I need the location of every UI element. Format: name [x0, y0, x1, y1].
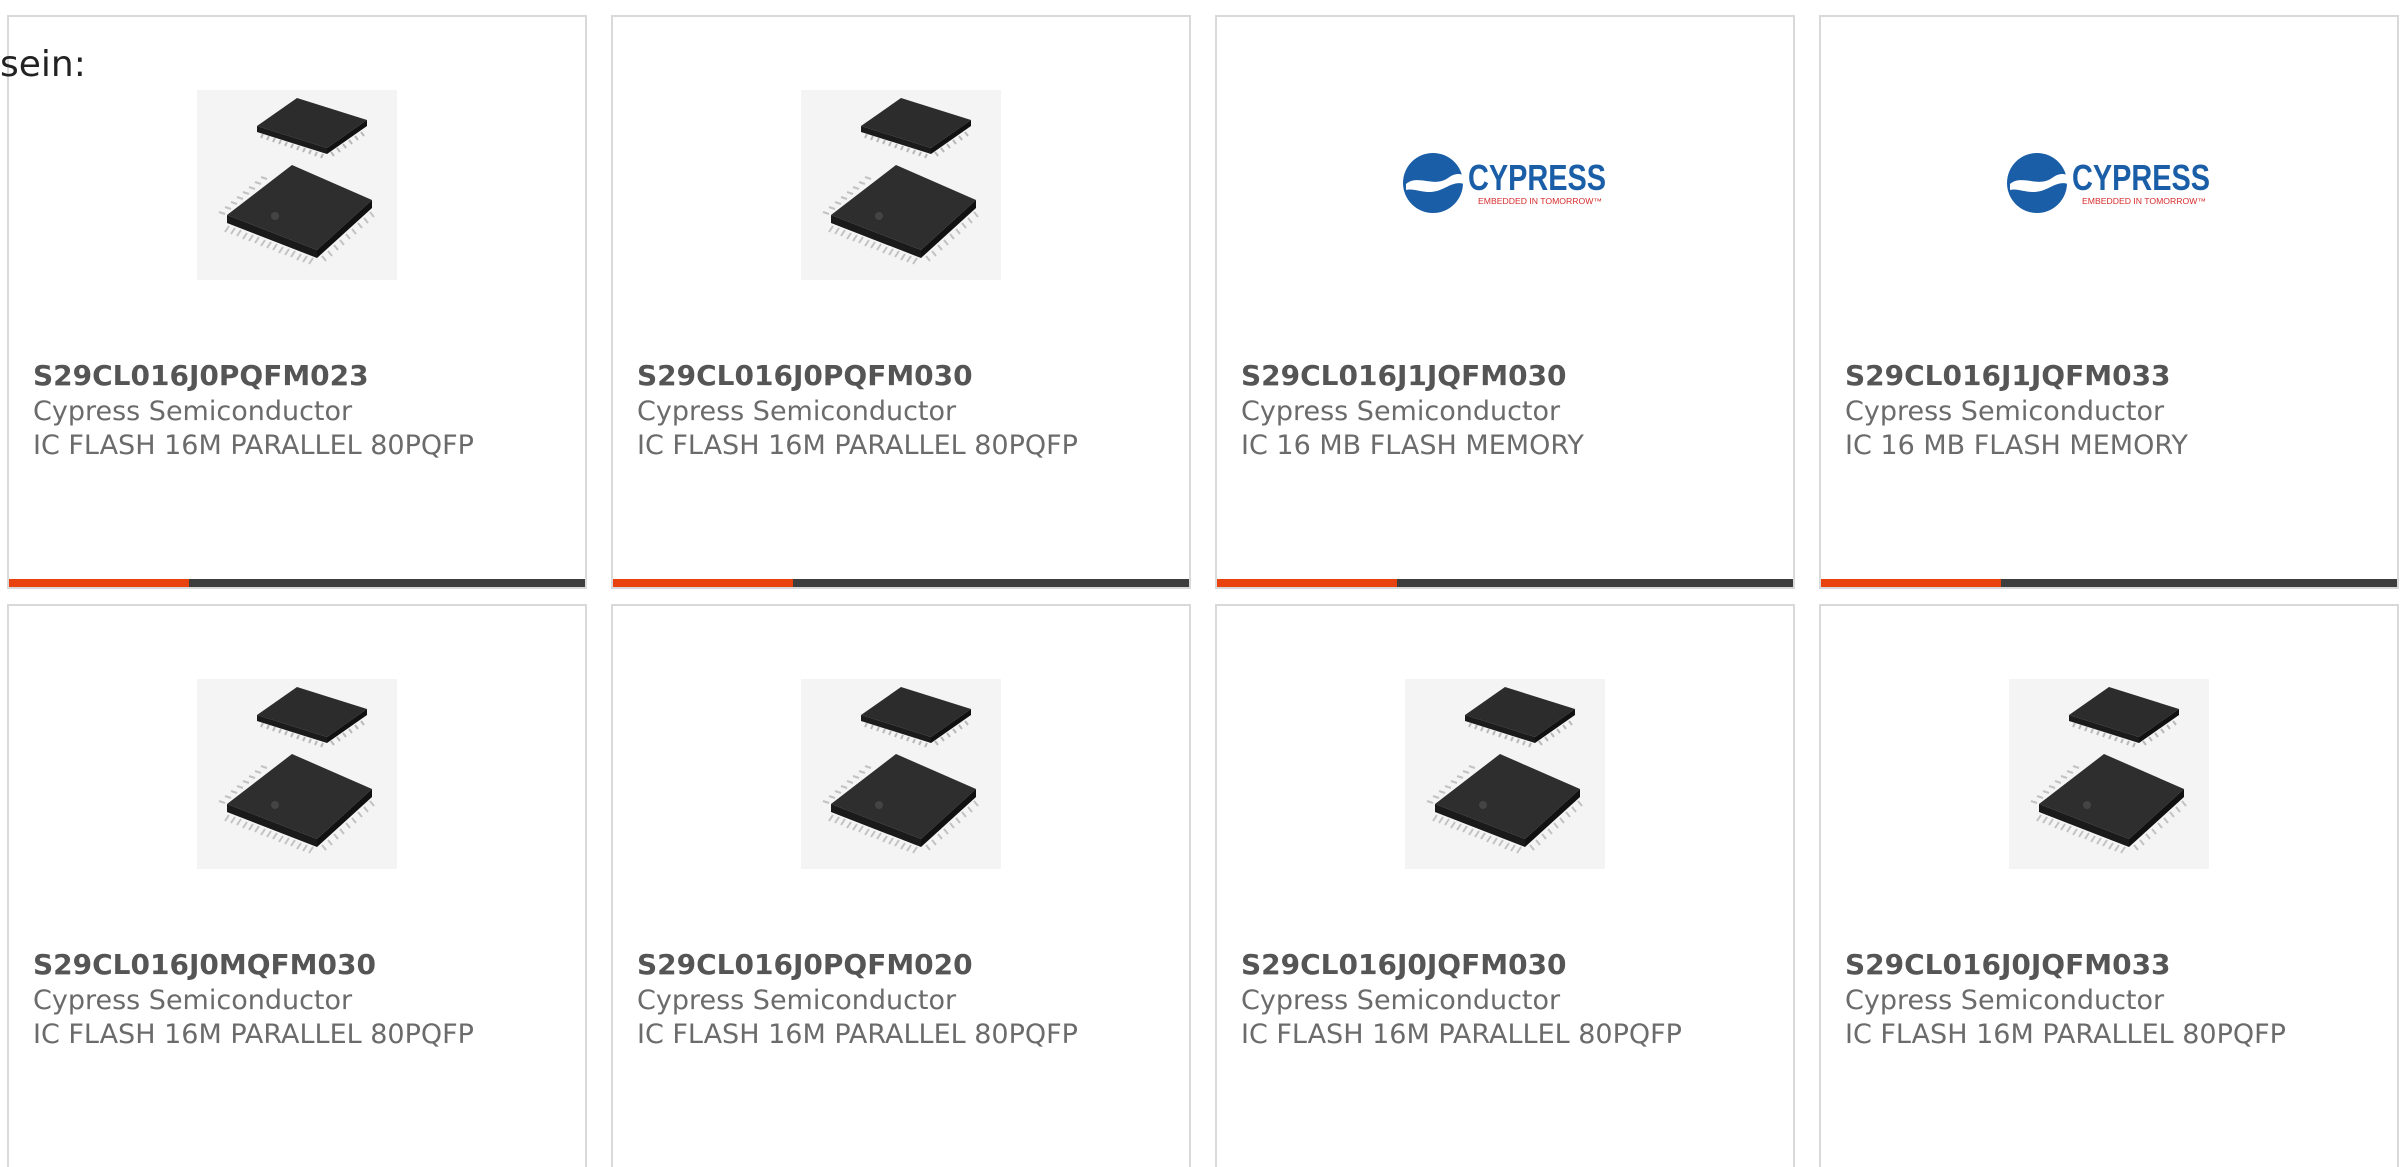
description-label: IC 16 MB FLASH MEMORY — [1241, 430, 1584, 461]
description-label: IC FLASH 16M PARALLEL 80PQFP — [637, 430, 1078, 461]
product-info: S29CL016J0PQFM020 Cypress Semiconductor IC… — [637, 946, 1179, 1052]
product-info: S29CL016J0PQFM023 Cypress Semiconductor IC… — [33, 357, 575, 463]
description-label: IC FLASH 16M PARALLEL 80PQFP — [1241, 1019, 1682, 1050]
card-accent-bar — [1821, 579, 2397, 587]
manufacturer-label: Cypress Semiconductor — [33, 985, 353, 1016]
cypress-logo-mark: CYPRESSEMBEDDED IN TOMORROW™ — [1403, 152, 1606, 213]
cypress-logo[interactable]: CYPRESS EMBEDDED IN TOMORROW™ — [1217, 82, 1793, 287]
card-accent-bar — [613, 579, 1189, 587]
part-number-link[interactable]: S29CL016J1JQFM033 — [1845, 357, 2387, 395]
product-card[interactable]: CYPRESS EMBEDDED IN TOMORROW™ S29CL016J1JQ… — [1215, 15, 1795, 589]
product-info: S29CL016J1JQFM033 Cypress Semiconductor IC… — [1845, 357, 2387, 463]
description-label: IC FLASH 16M PARALLEL 80PQFP — [1845, 1019, 2286, 1050]
product-info: S29CL016J1JQFM030 Cypress Semiconductor IC… — [1241, 357, 1783, 463]
accent-bar-base — [2001, 579, 2397, 587]
description-label: IC FLASH 16M PARALLEL 80PQFP — [33, 430, 474, 461]
cypress-logo[interactable]: CYPRESS EMBEDDED IN TOMORROW™ — [1821, 82, 2397, 287]
manufacturer-label: Cypress Semiconductor — [637, 985, 957, 1016]
manufacturer-label: Cypress Semiconductor — [1241, 396, 1561, 427]
chip-package-icon[interactable] — [9, 671, 585, 876]
product-card[interactable]: S29CL016J0PQFM020 Cypress Semiconductor IC… — [611, 604, 1191, 1167]
part-number-link[interactable]: S29CL016J0MQFM030 — [33, 946, 575, 984]
cypress-logo-text: CYPRESS — [1468, 157, 1606, 198]
cypress-logo-mark: CYPRESSEMBEDDED IN TOMORROW™ — [2007, 152, 2210, 213]
part-number-link[interactable]: S29CL016J0PQFM030 — [637, 357, 1179, 395]
accent-bar-highlight — [1217, 579, 1397, 587]
intro-text: sein: — [0, 44, 86, 85]
accent-bar-highlight — [9, 579, 189, 587]
cypress-logo-text: CYPRESS — [2072, 157, 2210, 198]
product-card[interactable]: S29CL016J0JQFM033 Cypress Semiconductor IC… — [1819, 604, 2399, 1167]
description-label: IC FLASH 16M PARALLEL 80PQFP — [637, 1019, 1078, 1050]
description-label: IC 16 MB FLASH MEMORY — [1845, 430, 2188, 461]
product-info: S29CL016J0PQFM030 Cypress Semiconductor IC… — [637, 357, 1179, 463]
manufacturer-label: Cypress Semiconductor — [1845, 396, 2165, 427]
chip-package-icon[interactable] — [1821, 671, 2397, 876]
accent-bar-base — [793, 579, 1189, 587]
part-number-link[interactable]: S29CL016J1JQFM030 — [1241, 357, 1783, 395]
product-card[interactable]: S29CL016J0PQFM030 Cypress Semiconductor IC… — [611, 15, 1191, 589]
part-number-link[interactable]: S29CL016J0JQFM030 — [1241, 946, 1783, 984]
product-info: S29CL016J0JQFM033 Cypress Semiconductor IC… — [1845, 946, 2387, 1052]
accent-bar-highlight — [613, 579, 793, 587]
product-card[interactable]: CYPRESS EMBEDDED IN TOMORROW™ S29CL016J1JQ… — [1819, 15, 2399, 589]
manufacturer-label: Cypress Semiconductor — [1845, 985, 2165, 1016]
chip-package-icon[interactable] — [613, 671, 1189, 876]
card-accent-bar — [1217, 579, 1793, 587]
part-number-link[interactable]: S29CL016J0JQFM033 — [1845, 946, 2387, 984]
chip-package-icon[interactable] — [9, 82, 585, 287]
description-label: IC FLASH 16M PARALLEL 80PQFP — [33, 1019, 474, 1050]
product-info: S29CL016J0JQFM030 Cypress Semiconductor IC… — [1241, 946, 1783, 1052]
product-card[interactable]: S29CL016J0JQFM030 Cypress Semiconductor IC… — [1215, 604, 1795, 1167]
cypress-logo-tagline: EMBEDDED IN TOMORROW™ — [2082, 197, 2206, 206]
product-grid: S29CL016J0PQFM023 Cypress Semiconductor IC… — [7, 15, 2399, 1167]
card-accent-bar — [9, 579, 585, 587]
accent-bar-highlight — [1821, 579, 2001, 587]
product-results-page: sein: S29CL016J0PQFM023 Cypress Semicond… — [0, 0, 2400, 1167]
cypress-logo-tagline: EMBEDDED IN TOMORROW™ — [1478, 197, 1602, 206]
part-number-link[interactable]: S29CL016J0PQFM020 — [637, 946, 1179, 984]
accent-bar-base — [1397, 579, 1793, 587]
accent-bar-base — [189, 579, 585, 587]
manufacturer-label: Cypress Semiconductor — [1241, 985, 1561, 1016]
product-card[interactable]: S29CL016J0MQFM030 Cypress Semiconductor IC… — [7, 604, 587, 1167]
part-number-link[interactable]: S29CL016J0PQFM023 — [33, 357, 575, 395]
manufacturer-label: Cypress Semiconductor — [637, 396, 957, 427]
product-card[interactable]: S29CL016J0PQFM023 Cypress Semiconductor IC… — [7, 15, 587, 589]
product-info: S29CL016J0MQFM030 Cypress Semiconductor IC… — [33, 946, 575, 1052]
chip-package-icon[interactable] — [613, 82, 1189, 287]
manufacturer-label: Cypress Semiconductor — [33, 396, 353, 427]
chip-package-icon[interactable] — [1217, 671, 1793, 876]
